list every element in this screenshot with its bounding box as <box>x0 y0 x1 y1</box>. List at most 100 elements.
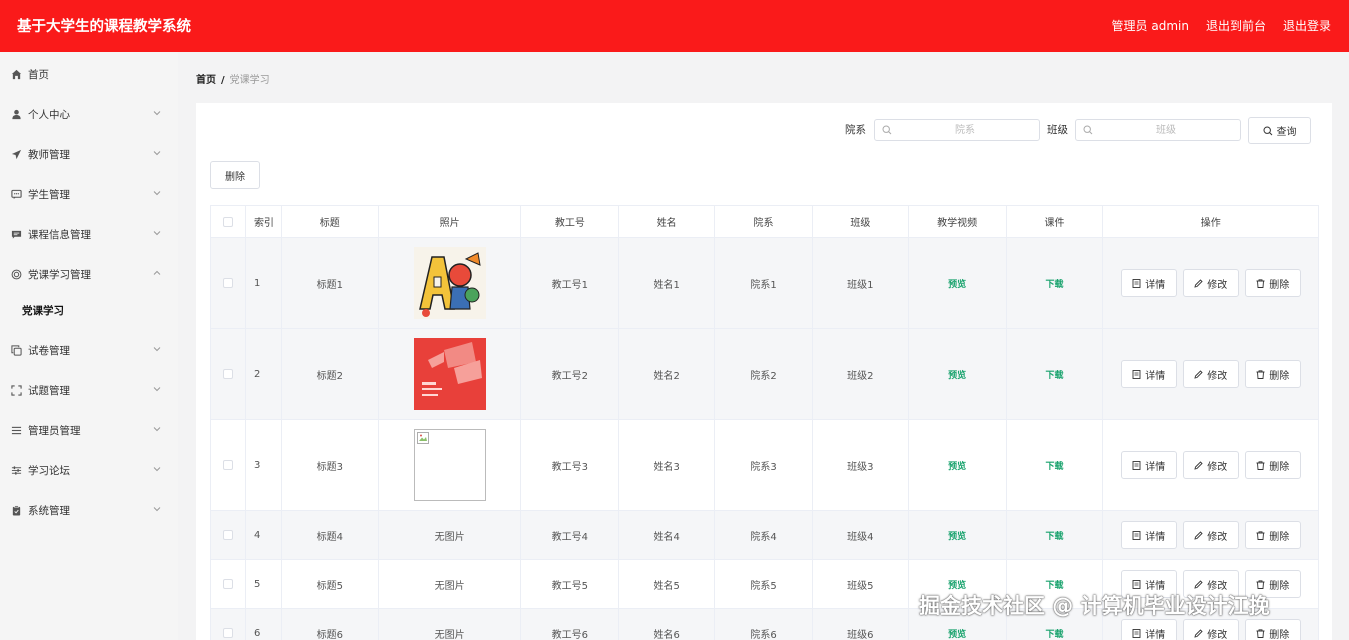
video-preview-link[interactable]: 预览 <box>948 459 966 472</box>
edit-button[interactable]: 修改 <box>1182 619 1239 640</box>
column-header-courseware: 课件 <box>1007 206 1104 237</box>
dept-search-input[interactable] <box>895 121 1035 139</box>
row-checkbox[interactable] <box>222 369 233 379</box>
table-row: 2 标题2 教工号2 姓名2 院系2 班级2 预览 下载 详情 修改 删除 <box>211 329 1318 420</box>
edit-label: 修改 <box>1207 279 1228 291</box>
row-checkbox[interactable] <box>222 460 233 470</box>
chevron-down-icon <box>153 111 161 116</box>
sidebar-item-exam-paper-management[interactable]: 试卷管理 <box>0 330 178 370</box>
breadcrumb-home[interactable]: 首页 <box>196 75 216 86</box>
delete-button[interactable]: 删除 <box>1244 619 1301 640</box>
sidebar-item-label: 党课学习管理 <box>28 268 91 281</box>
courseware-download-link[interactable]: 下载 <box>1046 529 1064 542</box>
search-icon <box>882 125 892 135</box>
delete-label: 删除 <box>1269 531 1290 543</box>
delete-button[interactable]: 删除 <box>1244 451 1301 479</box>
detail-label: 详情 <box>1145 279 1166 291</box>
sidebar-item-student-management[interactable]: 学生管理 <box>0 174 178 214</box>
video-preview-link[interactable]: 预览 <box>948 578 966 591</box>
watermark-text: 掘金技术社区 @ 计算机毕业设计江挽 <box>919 594 1270 618</box>
delete-button[interactable]: 删除 <box>1244 269 1301 297</box>
sliders-icon <box>10 464 22 476</box>
sidebar-item-party-study-management[interactable]: 党课学习管理 <box>0 254 178 294</box>
user-icon <box>10 108 22 120</box>
sidebar-item-question-management[interactable]: 试题管理 <box>0 370 178 410</box>
query-button[interactable]: 查询 <box>1248 117 1311 144</box>
class-search-field[interactable] <box>1075 119 1241 141</box>
detail-button[interactable]: 详情 <box>1120 619 1177 640</box>
index-cell: 4 <box>246 511 282 559</box>
chevron-down-icon <box>153 347 161 352</box>
delete-button[interactable]: 删除 <box>1244 521 1301 549</box>
sidebar-subitem-party-study[interactable]: 党课学习 <box>0 293 178 327</box>
badge-icon <box>10 268 22 280</box>
sidebar-item-home[interactable]: 首页 <box>0 54 178 94</box>
search-icon <box>1083 125 1093 135</box>
video-preview-link[interactable]: 预览 <box>948 277 966 290</box>
department-cell: 院系4 <box>715 511 813 559</box>
delete-label: 删除 <box>1269 461 1290 473</box>
clipboard-icon <box>10 504 22 516</box>
edit-button[interactable]: 修改 <box>1182 451 1239 479</box>
courseware-download-link[interactable]: 下载 <box>1046 459 1064 472</box>
document-icon <box>1132 530 1141 540</box>
new-year-poster-image[interactable] <box>413 338 486 410</box>
video-cell: 预览 <box>909 329 1007 419</box>
actions-cell: 详情 修改 删除 <box>1103 238 1318 328</box>
query-button-label: 查询 <box>1276 127 1297 138</box>
department-cell: 院系1 <box>715 238 813 328</box>
detail-button[interactable]: 详情 <box>1120 521 1177 549</box>
class-cell: 班级3 <box>813 420 909 510</box>
courseware-download-link[interactable]: 下载 <box>1046 277 1064 290</box>
chevron-down-icon <box>153 387 161 392</box>
teacher-id-cell: 教工号5 <box>521 560 620 608</box>
row-checkbox[interactable] <box>222 530 233 540</box>
batch-delete-label: 删除 <box>225 171 245 183</box>
edit-button[interactable]: 修改 <box>1182 360 1239 388</box>
logout-link[interactable]: 退出登录 <box>1283 17 1331 34</box>
row-checkbox-cell <box>211 560 246 608</box>
video-preview-link[interactable]: 预览 <box>948 529 966 542</box>
courseware-download-link[interactable]: 下载 <box>1046 627 1064 640</box>
edit-button[interactable]: 修改 <box>1182 269 1239 297</box>
row-checkbox[interactable] <box>222 278 233 288</box>
broken-image[interactable] <box>413 429 486 501</box>
name-cell: 姓名5 <box>619 560 716 608</box>
sidebar-item-system-management[interactable]: 系统管理 <box>0 490 178 530</box>
trash-icon <box>1256 628 1265 638</box>
sidebar-item-admin-management[interactable]: 管理员管理 <box>0 410 178 450</box>
sidebar-item-study-forum[interactable]: 学习论坛 <box>0 450 178 490</box>
row-checkbox[interactable] <box>222 579 233 589</box>
table-row: 4 标题4 无图片 教工号4 姓名4 院系4 班级4 预览 下载 详情 修改 删… <box>211 511 1318 560</box>
delete-label: 删除 <box>1269 629 1290 640</box>
sidebar-item-personal-center[interactable]: 个人中心 <box>0 94 178 134</box>
select-all-checkbox[interactable] <box>222 216 233 227</box>
detail-button[interactable]: 详情 <box>1120 451 1177 479</box>
detail-button[interactable]: 详情 <box>1120 360 1177 388</box>
video-preview-link[interactable]: 预览 <box>948 627 966 640</box>
edit-button[interactable]: 修改 <box>1182 521 1239 549</box>
courseware-download-link[interactable]: 下载 <box>1046 578 1064 591</box>
sidebar-item-teacher-management[interactable]: 教师管理 <box>0 134 178 174</box>
row-checkbox-cell <box>211 329 246 419</box>
dept-search-field[interactable] <box>874 119 1040 141</box>
edit-icon <box>1194 369 1203 379</box>
delete-button[interactable]: 删除 <box>1244 360 1301 388</box>
sidebar-item-course-info-management[interactable]: 课程信息管理 <box>0 214 178 254</box>
batch-delete-button[interactable]: 删除 <box>210 161 260 189</box>
column-header-title: 标题 <box>282 206 379 237</box>
department-cell: 院系6 <box>715 609 813 640</box>
detail-button[interactable]: 详情 <box>1120 269 1177 297</box>
exit-to-frontend-link[interactable]: 退出到前台 <box>1206 17 1266 34</box>
video-preview-link[interactable]: 预览 <box>948 368 966 381</box>
courseware-download-link[interactable]: 下载 <box>1046 368 1064 381</box>
class-search-input[interactable] <box>1096 121 1236 139</box>
top-header: 基于大学生的课程教学系统 管理员 admin 退出到前台 退出登录 <box>0 0 1349 52</box>
sidebar-item-label: 首页 <box>28 68 49 81</box>
cartoon-illustration-image[interactable] <box>413 247 486 319</box>
row-checkbox[interactable] <box>222 628 233 638</box>
admin-user-link[interactable]: 管理员 admin <box>1112 17 1189 34</box>
row-checkbox-cell <box>211 420 246 510</box>
video-cell: 预览 <box>909 420 1007 510</box>
title-cell: 标题3 <box>282 420 379 510</box>
